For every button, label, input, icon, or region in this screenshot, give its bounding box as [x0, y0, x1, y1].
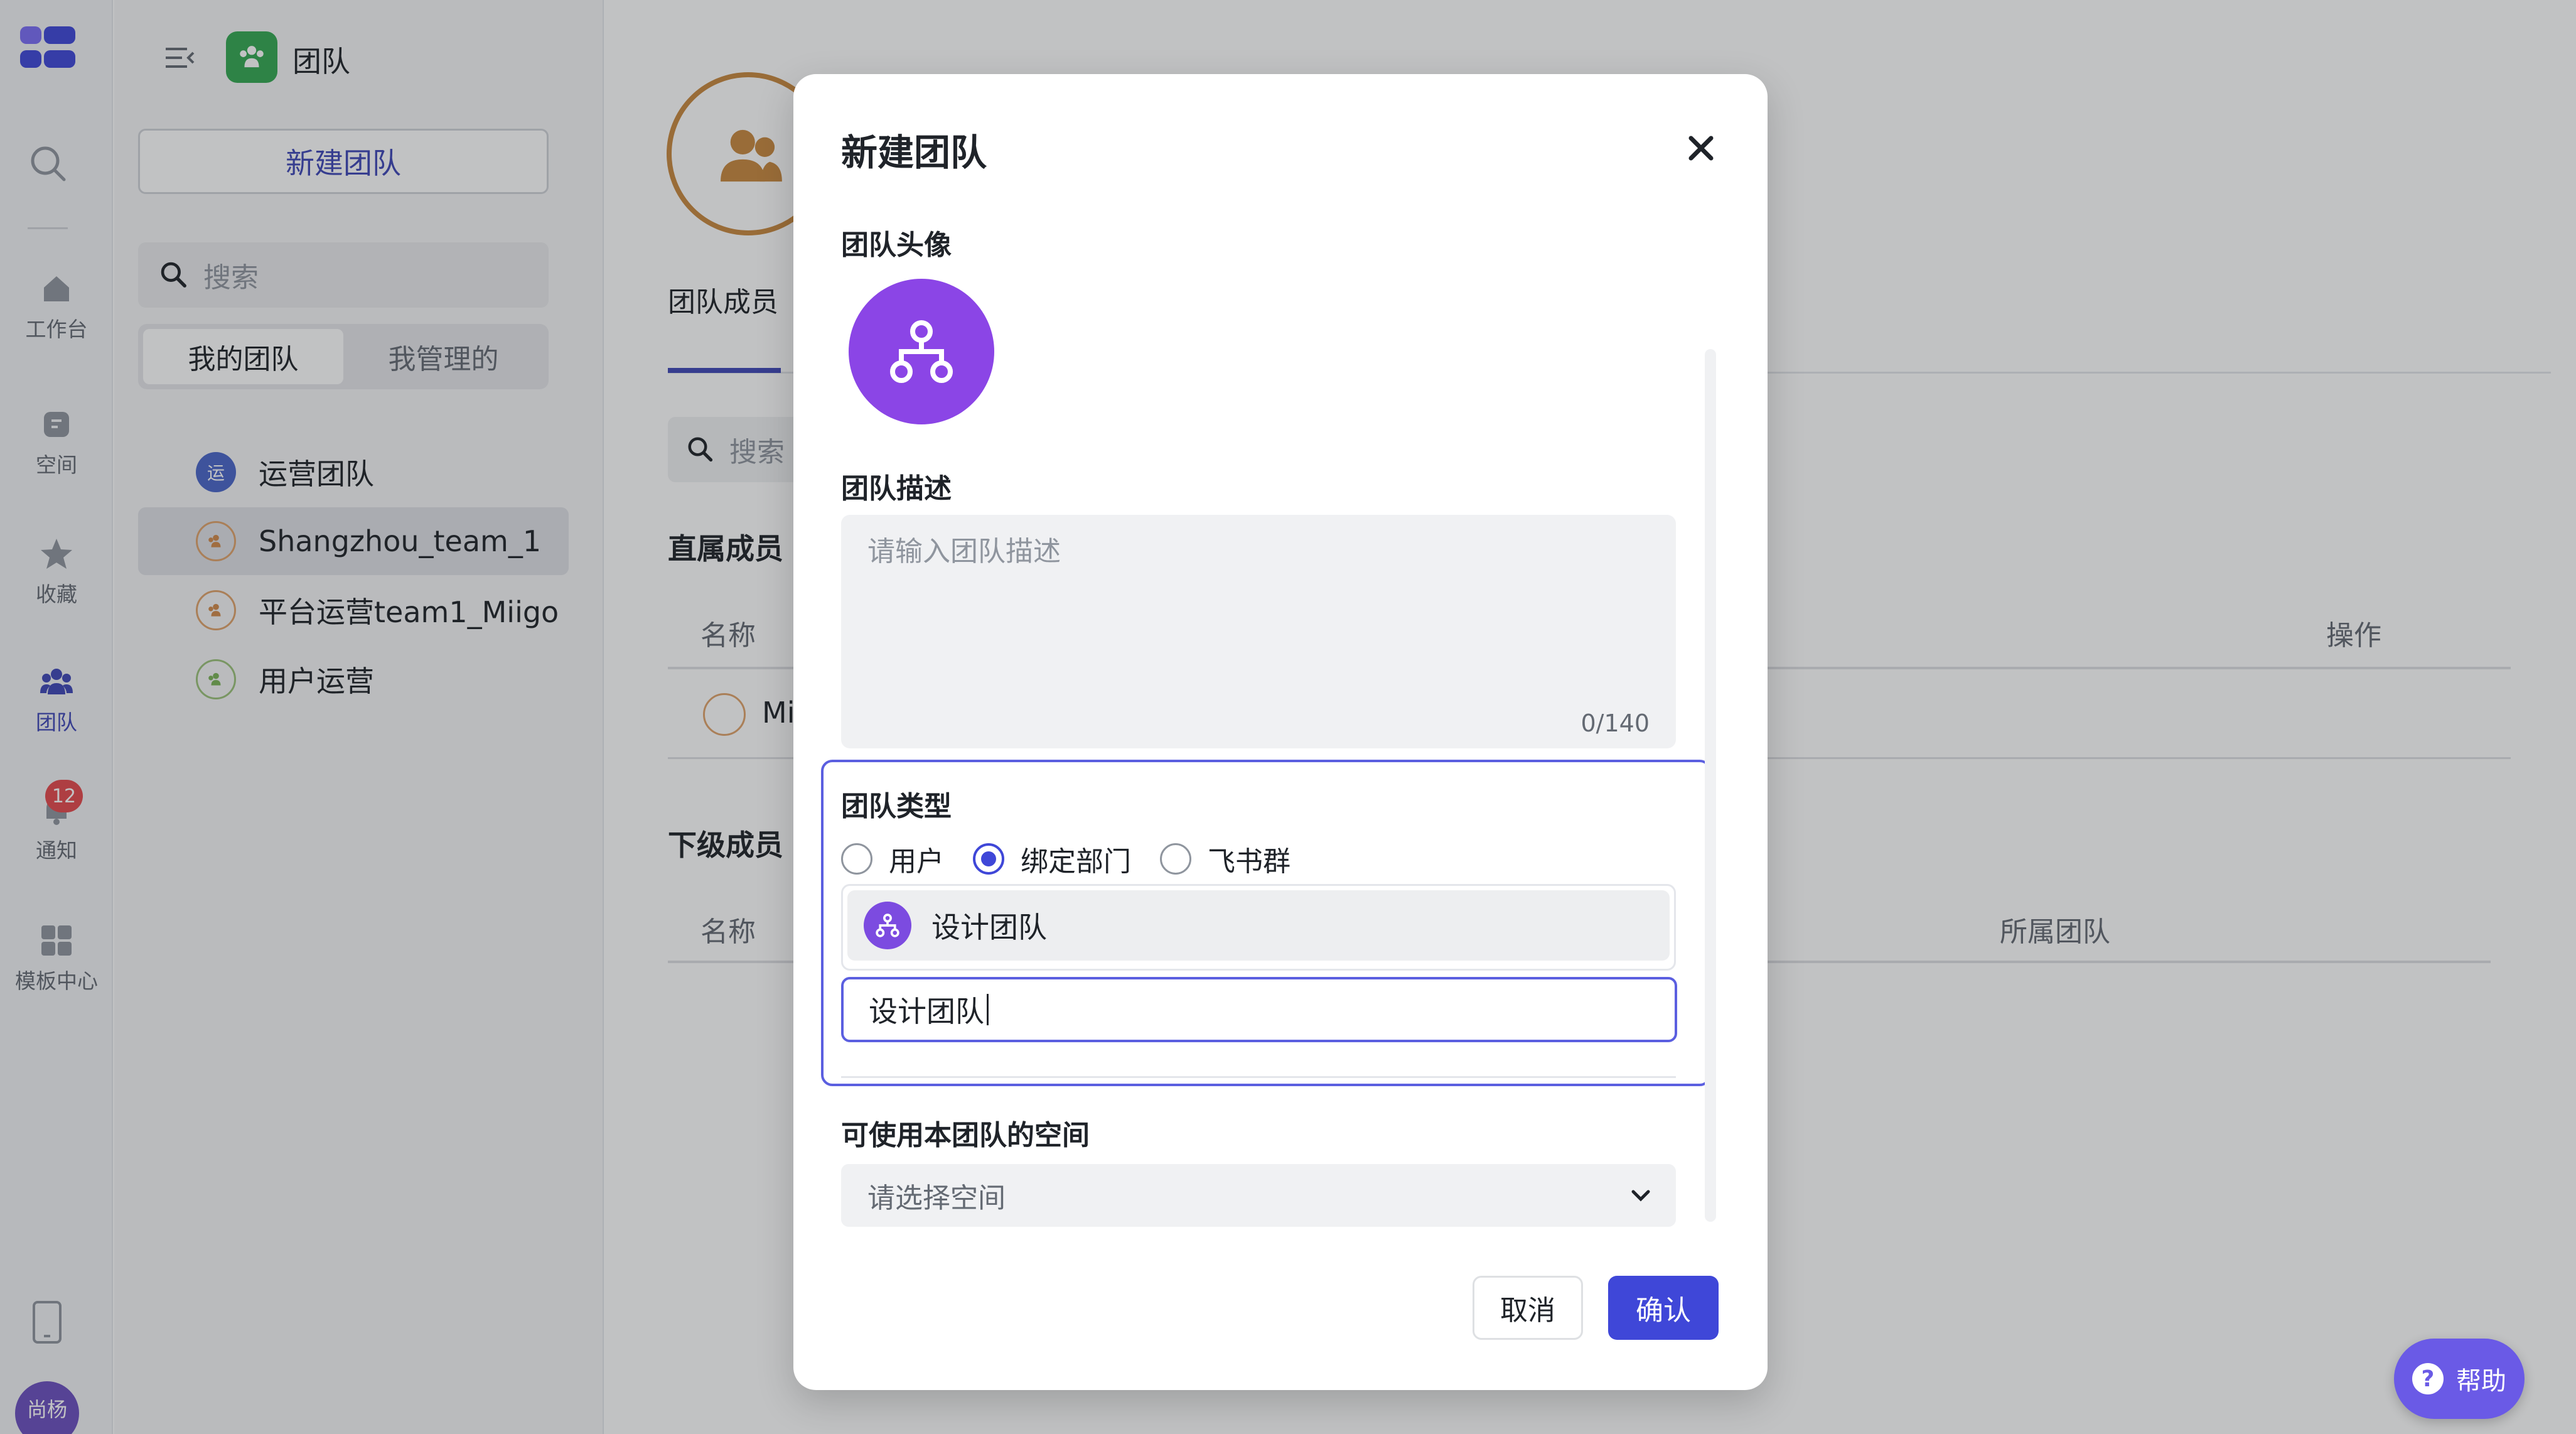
description-placeholder: 请输入团队描述: [867, 536, 1061, 568]
radio-circle-selected: [973, 843, 1004, 875]
avatar-label: 团队头像: [841, 229, 952, 261]
input-value: 设计团队: [869, 995, 984, 1028]
selected-department[interactable]: 设计团队: [847, 890, 1670, 961]
department-name: 设计团队: [931, 910, 1047, 944]
org-structure-icon: [890, 320, 953, 383]
space-label: 可使用本团队的空间: [841, 1119, 1090, 1151]
radio-label: 绑定部门: [1021, 846, 1131, 878]
char-counter: 0/140: [1580, 709, 1650, 737]
team-type-radio-group: 用户 绑定部门 飞书群: [841, 839, 1319, 879]
chevron-down-icon: [1631, 1190, 1650, 1202]
dialog-scrollbar[interactable]: [1705, 349, 1716, 1222]
radio-feishu-group[interactable]: 飞书群: [1160, 839, 1291, 879]
radio-circle: [841, 843, 872, 875]
confirm-button[interactable]: 确认: [1608, 1276, 1719, 1340]
question-icon: ?: [2412, 1363, 2444, 1394]
team-avatar-picker[interactable]: [849, 279, 994, 424]
description-textarea[interactable]: 请输入团队描述 0/140: [841, 515, 1676, 748]
department-icon: [864, 902, 911, 949]
space-placeholder: 请选择空间: [867, 1182, 1006, 1214]
radio-bind-department[interactable]: 绑定部门: [973, 839, 1131, 879]
help-button[interactable]: ? 帮助: [2394, 1339, 2525, 1419]
space-select[interactable]: 请选择空间: [841, 1164, 1676, 1227]
close-icon[interactable]: [1678, 126, 1724, 171]
team-type-label: 团队类型: [841, 790, 952, 822]
radio-label: 用户: [889, 846, 944, 878]
description-label: 团队描述: [841, 473, 952, 505]
help-label: 帮助: [2456, 1367, 2506, 1396]
department-search-input[interactable]: 设计团队: [841, 977, 1677, 1042]
radio-label: 飞书群: [1208, 846, 1291, 878]
dialog-title: 新建团队: [841, 131, 987, 174]
cancel-button[interactable]: 取消: [1473, 1276, 1583, 1340]
radio-user[interactable]: 用户: [841, 839, 944, 879]
radio-circle: [1160, 843, 1191, 875]
section-divider: [841, 1076, 1676, 1078]
text-caret: [987, 994, 989, 1025]
new-team-dialog: 新建团队 团队头像 团队描述 请输入团队描述 0/140 团队类型 用户 绑定部…: [793, 74, 1768, 1390]
